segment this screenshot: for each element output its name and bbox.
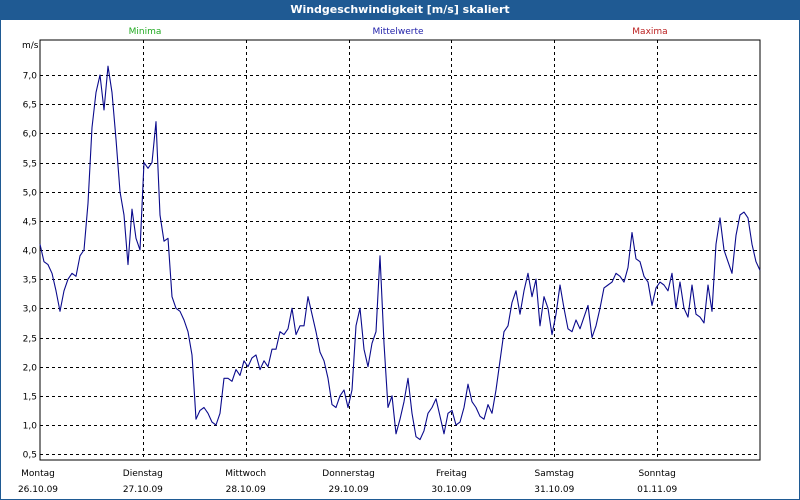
x-tick-day: Montag (21, 469, 55, 479)
x-tick-day: Freitag (436, 469, 467, 479)
y-tick-label: 5,5 (23, 160, 37, 170)
chart-canvas: Minima Mittelwerte Maxima m/s 0,5 1,0 1,5 2… (18, 27, 761, 495)
legend-minima: Minima (129, 27, 162, 37)
x-tick-day: Mittwoch (225, 469, 266, 479)
y-tick-label: 1,5 (23, 393, 37, 403)
x-tick-date: 30.10.09 (431, 485, 471, 495)
y-tick-label: 4,0 (23, 247, 38, 257)
series-group (39, 65, 761, 441)
y-tick-label: 7,0 (23, 72, 38, 82)
y-tick-label: 6,5 (23, 101, 37, 111)
x-tick-date: 26.10.09 (18, 485, 58, 495)
x-tick-day: Dienstag (123, 469, 163, 479)
y-tick-label: 2,5 (23, 335, 37, 345)
y-tick-labels: 0,5 1,0 1,5 2,0 2,5 3,0 3,5 4,0 4,5 5,0 5,5 6,0 6,5 7… (23, 72, 38, 461)
x-tick-date: 31.10.09 (534, 485, 574, 495)
y-tick-label: 3,0 (23, 305, 38, 315)
y-tick-label: 0,5 (23, 451, 37, 461)
x-tick-date: 27.10.09 (123, 485, 163, 495)
series-line-mittelwerte (39, 65, 761, 441)
x-tick-labels: Montag 26.10.09 Dienstag 27.10.09 Mittwoch 28… (18, 469, 677, 495)
y-tick-label: 4,5 (23, 218, 37, 228)
x-tick-day: Samstag (535, 469, 574, 479)
x-tick-day: Sonntag (638, 469, 675, 479)
y-tick-label: 1,0 (23, 422, 38, 432)
y-tick-label: 2,0 (23, 364, 38, 374)
x-tick-date: 29.10.09 (329, 485, 369, 495)
x-tick-date: 28.10.09 (226, 485, 266, 495)
y-tick-label: 3,5 (23, 276, 37, 286)
legend-maxima: Maxima (632, 27, 667, 37)
legend-mittelwerte: Mittelwerte (372, 27, 423, 37)
y-axis-unit: m/s (22, 41, 39, 51)
horizontal-gridlines (40, 75, 760, 455)
y-tick-label: 6,0 (23, 130, 38, 140)
x-tick-date: 01.11.09 (637, 485, 677, 495)
x-tick-day: Donnerstag (322, 469, 375, 479)
y-tick-label: 5,0 (23, 189, 38, 199)
